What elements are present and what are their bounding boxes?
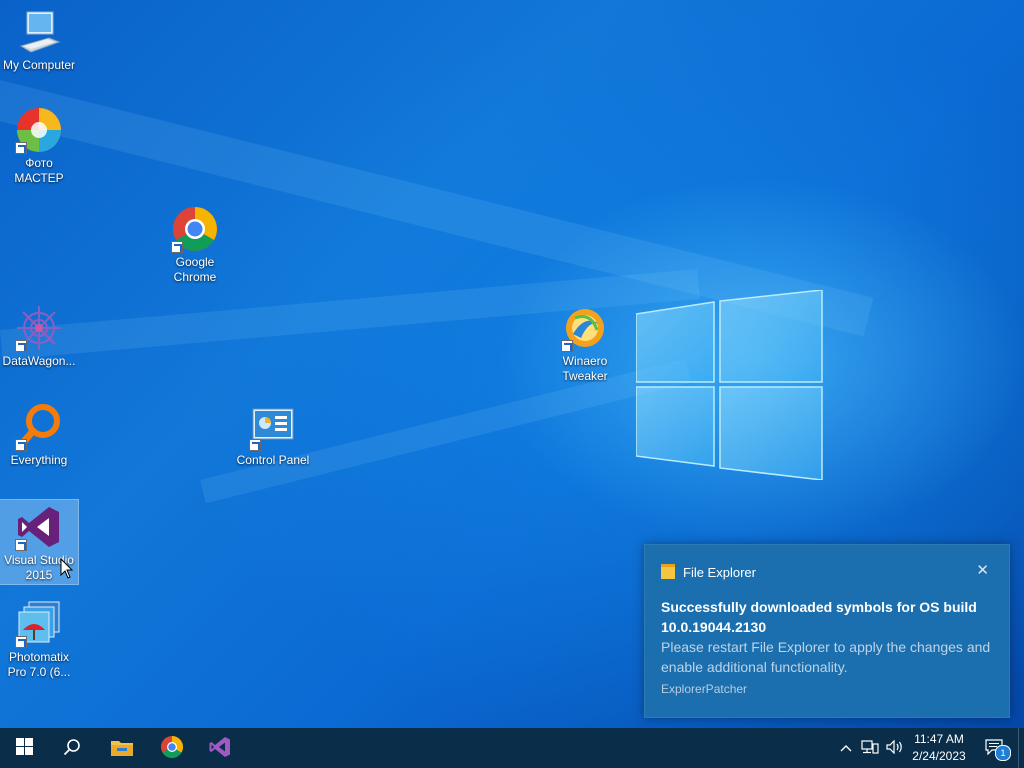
color-ball-icon <box>15 106 63 154</box>
shortcut-arrow-icon <box>15 539 27 551</box>
taskbar-visual-studio[interactable] <box>196 728 244 768</box>
shortcut-arrow-icon <box>15 340 27 352</box>
icon-label: Winaero Tweaker <box>562 354 608 383</box>
mouse-cursor-icon <box>60 557 74 580</box>
volume-icon <box>886 739 904 757</box>
start-icon <box>15 738 33 758</box>
desktop-icon-winaero-tweaker[interactable]: Winaero Tweaker <box>546 304 624 384</box>
desktop-background[interactable]: My Computer Фото МАСТЕР Google Chrome Da… <box>0 0 1024 728</box>
desktop-icon-control-panel[interactable]: Control Panel <box>234 403 312 468</box>
magnifier-icon <box>15 403 63 451</box>
desktop-icon-photomatix[interactable]: Photomatix Pro 7.0 (6... <box>0 600 78 680</box>
shortcut-arrow-icon <box>561 340 573 352</box>
visual-studio-icon <box>208 735 232 762</box>
file-explorer-icon <box>110 737 134 760</box>
notification-app-name: File Explorer <box>683 565 756 580</box>
notification-title: Successfully downloaded symbols for OS b… <box>661 599 977 635</box>
winaero-icon <box>561 304 609 352</box>
control-panel-icon <box>249 403 297 451</box>
show-hidden-icons-button[interactable] <box>836 728 856 768</box>
chevron-up-icon <box>840 741 852 755</box>
desktop-icon-foto-master[interactable]: Фото МАСТЕР <box>0 106 78 186</box>
taskbar: 11:47 AM 2/24/2023 1 <box>0 728 1024 768</box>
network-icon <box>861 739 879 757</box>
search-button[interactable] <box>48 728 96 768</box>
icon-label: Фото МАСТЕР <box>14 156 64 185</box>
icon-label: DataWagon... <box>2 354 76 368</box>
desktop-icon-my-computer[interactable]: My Computer <box>0 8 78 73</box>
icon-label: Photomatix Pro 7.0 (6... <box>7 650 71 679</box>
icon-label: Google Chrome <box>173 255 217 284</box>
taskbar-chrome[interactable] <box>148 728 196 768</box>
photomatix-icon <box>15 600 63 648</box>
gear-flower-icon <box>15 304 63 352</box>
show-desktop-button[interactable] <box>1018 728 1024 768</box>
clock-date: 2/24/2023 <box>912 749 966 763</box>
taskbar-file-explorer[interactable] <box>98 728 146 768</box>
notification-header: File Explorer <box>661 564 756 580</box>
search-icon <box>63 738 81 759</box>
clock-time: 11:47 AM <box>914 732 964 746</box>
notification-toast[interactable]: File Explorer ✕ Successfully downloaded … <box>644 544 1010 718</box>
action-center-button[interactable]: 1 <box>978 728 1012 768</box>
notification-body: Please restart File Explorer to apply th… <box>661 639 991 675</box>
chrome-icon <box>171 205 219 253</box>
shortcut-arrow-icon <box>249 439 261 451</box>
desktop-icon-everything[interactable]: Everything <box>0 403 78 468</box>
monitor-icon <box>15 8 63 56</box>
notification-attribution: ExplorerPatcher <box>661 682 748 696</box>
file-explorer-icon <box>661 564 675 579</box>
close-icon[interactable]: ✕ <box>976 561 989 579</box>
icon-label: Everything <box>10 453 68 467</box>
shortcut-arrow-icon <box>15 636 27 648</box>
shortcut-arrow-icon <box>15 439 27 451</box>
volume-button[interactable] <box>884 728 906 768</box>
icon-label: My Computer <box>2 58 76 72</box>
notification-count-badge: 1 <box>995 745 1011 761</box>
chrome-icon <box>160 735 184 762</box>
desktop-icon-google-chrome[interactable]: Google Chrome <box>156 205 234 285</box>
visual-studio-icon <box>15 503 63 551</box>
desktop-icon-datawagon[interactable]: DataWagon... <box>0 304 78 369</box>
start-button[interactable] <box>0 728 48 768</box>
icon-label: Control Panel <box>236 453 310 467</box>
shortcut-arrow-icon <box>15 142 27 154</box>
windows-logo-wallpaper <box>636 290 824 480</box>
action-center-icon: 1 <box>985 739 1011 761</box>
taskbar-clock[interactable]: 11:47 AM 2/24/2023 <box>906 731 972 765</box>
network-button[interactable] <box>858 728 882 768</box>
shortcut-arrow-icon <box>171 241 183 253</box>
